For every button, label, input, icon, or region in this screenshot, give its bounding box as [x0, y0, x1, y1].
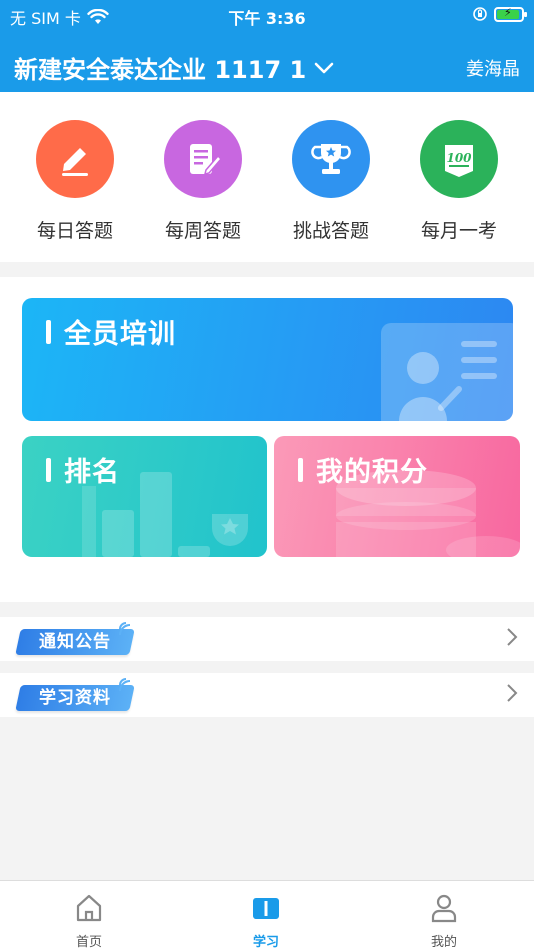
- top-header: 无 SIM 卡 下午 3:36 ⚡ 新建安全泰达企业 1117 1 姜海晶: [0, 0, 534, 92]
- user-name[interactable]: 姜海晶: [466, 55, 520, 81]
- status-bar: 无 SIM 卡 下午 3:36 ⚡: [0, 0, 534, 30]
- bottom-tab-bar: 首页 学习 我的: [0, 880, 534, 950]
- org-selector[interactable]: 新建安全泰达企业 1117 1: [14, 50, 334, 85]
- notebook-pen-icon: [164, 120, 242, 198]
- card-all-staff-training[interactable]: 全员培训: [22, 298, 513, 421]
- exam-100-icon: 100: [420, 120, 498, 198]
- home-icon: [76, 894, 102, 922]
- svg-text:100: 100: [446, 151, 472, 165]
- row-label: 学习资料: [39, 688, 111, 708]
- tab-study[interactable]: 学习: [221, 893, 311, 950]
- leaderboard-icon: [82, 472, 248, 557]
- quick-label: 每日答题: [36, 220, 113, 242]
- pen-icon: [36, 120, 114, 198]
- ribbon-badge: 学习资料: [15, 685, 135, 711]
- rotation-lock-icon: [473, 7, 487, 21]
- quick-daily-quiz[interactable]: 每日答题: [11, 120, 139, 243]
- person-icon: [431, 894, 457, 923]
- battery-icon: ⚡: [494, 6, 527, 22]
- chevron-down-icon: [314, 62, 334, 73]
- row-label: 通知公告: [39, 632, 111, 652]
- coins-icon: [336, 470, 520, 557]
- trophy-icon: [292, 120, 370, 198]
- list-row-notices[interactable]: 通知公告: [0, 617, 534, 661]
- card-my-points[interactable]: 我的积分: [274, 436, 520, 557]
- tab-label: 我的: [430, 935, 457, 950]
- chevron-right-icon: [506, 683, 518, 708]
- signal-icon: [119, 622, 131, 636]
- book-icon: [253, 898, 279, 919]
- quick-actions: 每日答题 每周答题 挑战答题 100 每月一考: [0, 92, 534, 262]
- presenter-icon: [381, 323, 513, 421]
- org-name: 新建安全泰达企业 1117 1: [14, 56, 307, 84]
- tab-label: 首页: [75, 935, 102, 950]
- quick-weekly-quiz[interactable]: 每周答题: [139, 120, 267, 243]
- tab-home[interactable]: 首页: [44, 893, 134, 950]
- quick-label: 每月一考: [420, 220, 497, 242]
- signal-icon: [119, 678, 131, 692]
- list-row-study-materials[interactable]: 学习资料: [0, 673, 534, 717]
- quick-label: 每周答题: [164, 220, 241, 242]
- quick-challenge-quiz[interactable]: 挑战答题: [267, 120, 395, 243]
- chevron-right-icon: [506, 627, 518, 652]
- quick-label: 挑战答题: [292, 220, 369, 242]
- tab-label: 学习: [252, 935, 279, 950]
- card-ranking[interactable]: 排名: [22, 436, 267, 557]
- status-right: ⚡: [472, 6, 527, 22]
- tab-mine[interactable]: 我的: [399, 893, 489, 950]
- quick-monthly-exam[interactable]: 100 每月一考: [395, 120, 523, 243]
- ribbon-badge: 通知公告: [15, 629, 135, 655]
- status-time: 下午 3:36: [228, 9, 306, 28]
- feature-cards: 全员培训 排名 我的积分: [0, 277, 534, 602]
- card-title: 全员培训: [64, 319, 176, 350]
